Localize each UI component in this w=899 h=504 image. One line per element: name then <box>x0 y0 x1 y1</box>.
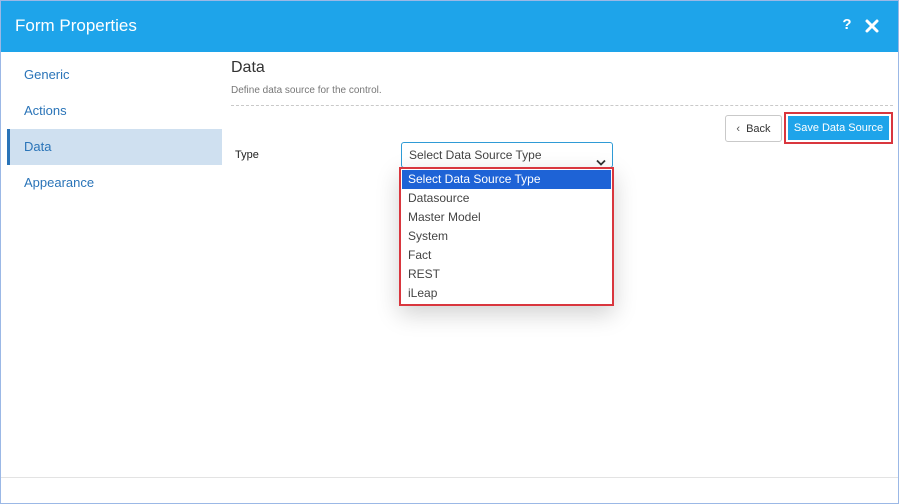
section-description: Define data source for the control. <box>231 85 382 96</box>
select-value: Select Data Source Type <box>409 148 542 162</box>
chevron-left-icon: ‹ <box>736 122 741 135</box>
option-master-model[interactable]: Master Model <box>402 208 611 227</box>
sidebar: Generic Actions Data Appearance <box>7 57 222 201</box>
sidebar-item-label: Actions <box>24 103 67 118</box>
option-rest[interactable]: REST <box>402 265 611 284</box>
sidebar-item-generic[interactable]: Generic <box>7 57 222 93</box>
option-datasource[interactable]: Datasource <box>402 189 611 208</box>
back-button[interactable]: ‹ Back <box>725 115 782 142</box>
save-button-highlight: Save Data Source <box>784 112 893 144</box>
back-button-label: Back <box>746 122 771 135</box>
sidebar-item-label: Generic <box>24 67 70 82</box>
close-icon[interactable] <box>864 18 880 34</box>
form-properties-dialog: Form Properties ? Generic Actions Data A… <box>0 0 899 504</box>
sidebar-item-label: Data <box>24 139 52 154</box>
option-system[interactable]: System <box>402 227 611 246</box>
help-button[interactable]: ? <box>839 16 855 36</box>
option-select-data-source-type[interactable]: Select Data Source Type <box>402 170 611 189</box>
section-divider <box>231 105 893 106</box>
section-title: Data <box>231 59 265 76</box>
sidebar-item-actions[interactable]: Actions <box>7 93 222 129</box>
type-label: Type <box>235 149 259 161</box>
data-source-type-select[interactable]: Select Data Source Type <box>401 142 613 168</box>
data-section: Data Define data source for the control. <box>231 59 893 106</box>
save-data-source-button[interactable]: Save Data Source <box>788 116 889 140</box>
data-source-type-options: Select Data Source Type Datasource Maste… <box>402 170 611 303</box>
option-fact[interactable]: Fact <box>402 246 611 265</box>
footer-divider <box>1 477 898 478</box>
option-ileap[interactable]: iLeap <box>402 284 611 303</box>
title-bar: Form Properties ? <box>1 1 898 52</box>
dialog-title: Form Properties <box>15 16 137 35</box>
sidebar-item-label: Appearance <box>24 175 95 190</box>
sidebar-item-appearance[interactable]: Appearance <box>7 165 222 201</box>
chevron-down-icon <box>596 151 606 166</box>
sidebar-item-data[interactable]: Data <box>7 129 222 165</box>
